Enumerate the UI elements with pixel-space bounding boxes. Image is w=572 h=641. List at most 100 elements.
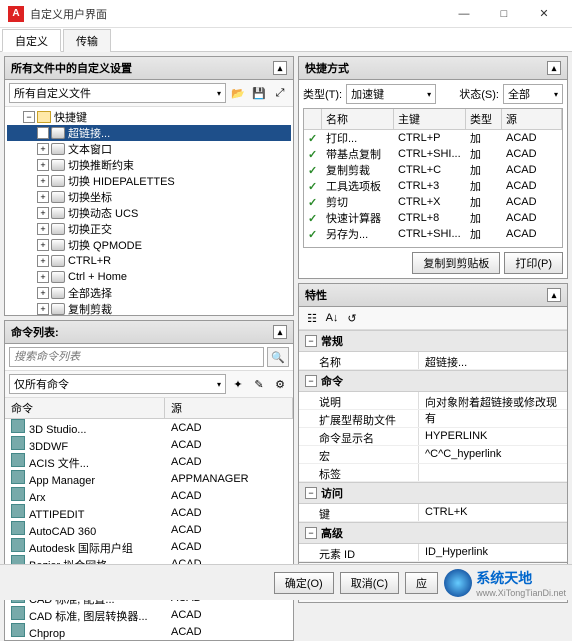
expand-icon[interactable]: + [37, 287, 49, 299]
tree-item[interactable]: +全部选择 [7, 285, 291, 301]
tree-item[interactable]: +Ctrl + Home [7, 269, 291, 285]
shortcut-key: CTRL+C [394, 164, 466, 176]
collapse-icon[interactable]: − [305, 375, 317, 387]
collapse-icon[interactable]: − [305, 487, 317, 499]
tree-item[interactable]: +切换动态 UCS [7, 205, 291, 221]
shortcut-col-key[interactable]: 主键 [394, 109, 466, 129]
tree-item[interactable]: +切换正交 [7, 221, 291, 237]
copy-clipboard-button[interactable]: 复制到剪贴板 [412, 252, 500, 274]
expand-icon[interactable]: ⤢ [271, 84, 289, 102]
shortcut-table[interactable]: 名称 主键 类型 源 ✓打印...CTRL+P加ACAD✓带基点复制CTRL+S… [303, 108, 563, 248]
search-button[interactable]: 🔍 [267, 347, 289, 367]
collapse-icon[interactable]: − [305, 335, 317, 347]
tree-label: 复制剪裁 [68, 301, 112, 315]
shortcut-row[interactable]: ✓打印...CTRL+P加ACAD [304, 130, 562, 146]
command-filter-combo[interactable]: 仅所有命令 ▾ [9, 374, 226, 394]
command-row[interactable]: ATTIPEDITACAD [5, 504, 293, 521]
collapse-icon[interactable]: ▴ [273, 325, 287, 339]
collapse-icon[interactable]: ▴ [547, 288, 561, 302]
apply-button[interactable]: 应 [405, 572, 438, 594]
tree-item[interactable]: +切换推断约束 [7, 157, 291, 173]
shortcut-col-name[interactable]: 名称 [322, 109, 394, 129]
shortcut-col-source[interactable]: 源 [502, 109, 562, 129]
command-row[interactable]: Autodesk 国际用户组ACAD [5, 538, 293, 555]
tree-item[interactable]: +CTRL+R [7, 253, 291, 269]
collapse-icon[interactable]: − [305, 527, 317, 539]
tab-customize[interactable]: 自定义 [2, 29, 61, 52]
status-combo[interactable]: 全部 ▾ [503, 84, 563, 104]
tree-item[interactable]: −快捷键 [7, 109, 291, 125]
tree-item[interactable]: +超链接... [7, 125, 291, 141]
expand-icon[interactable]: + [37, 303, 49, 315]
command-row[interactable]: AutoCAD 360ACAD [5, 521, 293, 538]
prop-group-general[interactable]: −常规 [299, 330, 567, 352]
command-source: ACAD [165, 422, 293, 434]
command-row[interactable]: 3DDWFACAD [5, 436, 293, 453]
expand-icon[interactable]: + [37, 143, 49, 155]
command-name: App Manager [29, 475, 95, 487]
categorize-icon[interactable]: ☷ [303, 309, 321, 327]
tab-transfer[interactable]: 传输 [63, 29, 111, 52]
shortcut-row[interactable]: ✓带基点复制CTRL+SHI...加ACAD [304, 146, 562, 162]
ok-button[interactable]: 确定(O) [274, 572, 334, 594]
type-combo[interactable]: 加速键 ▾ [346, 84, 436, 104]
save-icon[interactable]: 💾 [250, 84, 268, 102]
shortcut-name: 工具选项板 [322, 178, 394, 194]
maximize-button[interactable]: □ [484, 0, 524, 28]
shortcut-row[interactable]: ✓复制剪裁CTRL+C加ACAD [304, 162, 562, 178]
tree-item[interactable]: + 复制剪裁 [7, 301, 291, 315]
command-search-input[interactable] [9, 347, 264, 367]
reset-icon[interactable]: ↺ [343, 309, 361, 327]
shortcut-row[interactable]: ✓工具选项板CTRL+3加ACAD [304, 178, 562, 194]
cui-file-combo[interactable]: 所有自定义文件 ▾ [9, 83, 226, 103]
command-row[interactable]: ACIS 文件...ACAD [5, 453, 293, 470]
expand-icon[interactable]: + [37, 271, 49, 283]
tree-item[interactable]: +切换坐标 [7, 189, 291, 205]
sort-az-icon[interactable]: A↓ [323, 309, 341, 327]
shortcut-name: 剪切 [322, 194, 394, 210]
shortcut-row[interactable]: ✓快速计算器CTRL+8加ACAD [304, 210, 562, 226]
minimize-button[interactable]: — [444, 0, 484, 28]
prop-group-command[interactable]: −命令 [299, 370, 567, 392]
shortcut-row[interactable]: ✓剪切CTRL+X加ACAD [304, 194, 562, 210]
new-command-icon[interactable]: ✦ [229, 375, 247, 393]
collapse-icon[interactable]: ▴ [547, 61, 561, 75]
expand-icon[interactable]: + [37, 191, 49, 203]
command-col-source[interactable]: 源 [165, 398, 293, 418]
command-row[interactable]: App ManagerAPPMANAGER [5, 470, 293, 487]
expand-icon[interactable]: + [37, 175, 49, 187]
prop-group-advanced[interactable]: −高级 [299, 522, 567, 544]
tree-item[interactable]: +切换 HIDEPALETTES [7, 173, 291, 189]
command-row[interactable]: CAD 标准, 图层转换器...ACAD [5, 606, 293, 623]
key-icon [51, 239, 65, 251]
expand-icon[interactable]: + [37, 127, 49, 139]
command-source: ACAD [165, 524, 293, 536]
expand-icon[interactable]: + [37, 255, 49, 267]
command-list[interactable]: 命令 源 3D Studio...ACAD3DDWFACADACIS 文件...… [5, 398, 293, 640]
print-button[interactable]: 打印(P) [504, 252, 563, 274]
command-row[interactable]: 3D Studio...ACAD [5, 419, 293, 436]
load-icon[interactable]: 📂 [229, 84, 247, 102]
prop-group-access[interactable]: −访问 [299, 482, 567, 504]
command-source: ACAD [165, 609, 293, 621]
customizations-tree[interactable]: −快捷键+超链接...+文本窗口+切换推断约束+切换 HIDEPALETTES+… [5, 107, 293, 315]
rename-icon[interactable]: ✎ [250, 375, 268, 393]
expand-icon[interactable]: + [37, 159, 49, 171]
find-replace-icon[interactable]: ⚙ [271, 375, 289, 393]
expand-icon[interactable]: + [37, 207, 49, 219]
expand-icon[interactable]: + [37, 223, 49, 235]
command-row[interactable]: ArxACAD [5, 487, 293, 504]
command-source: ACAD [165, 541, 293, 553]
expand-icon[interactable]: + [37, 239, 49, 251]
collapse-icon[interactable]: ▴ [273, 61, 287, 75]
shortcut-col-type[interactable]: 类型 [466, 109, 502, 129]
shortcut-row[interactable]: ✓另存为...CTRL+SHI...加ACAD [304, 226, 562, 242]
tree-item[interactable]: +切换 QPMODE [7, 237, 291, 253]
tree-item[interactable]: +文本窗口 [7, 141, 291, 157]
command-col-name[interactable]: 命令 [5, 398, 165, 418]
command-row[interactable]: ChpropACAD [5, 623, 293, 640]
cancel-button[interactable]: 取消(C) [340, 572, 399, 594]
close-button[interactable]: ✕ [524, 0, 564, 28]
chevron-down-icon: ▾ [427, 90, 431, 99]
collapse-icon[interactable]: − [23, 111, 35, 123]
